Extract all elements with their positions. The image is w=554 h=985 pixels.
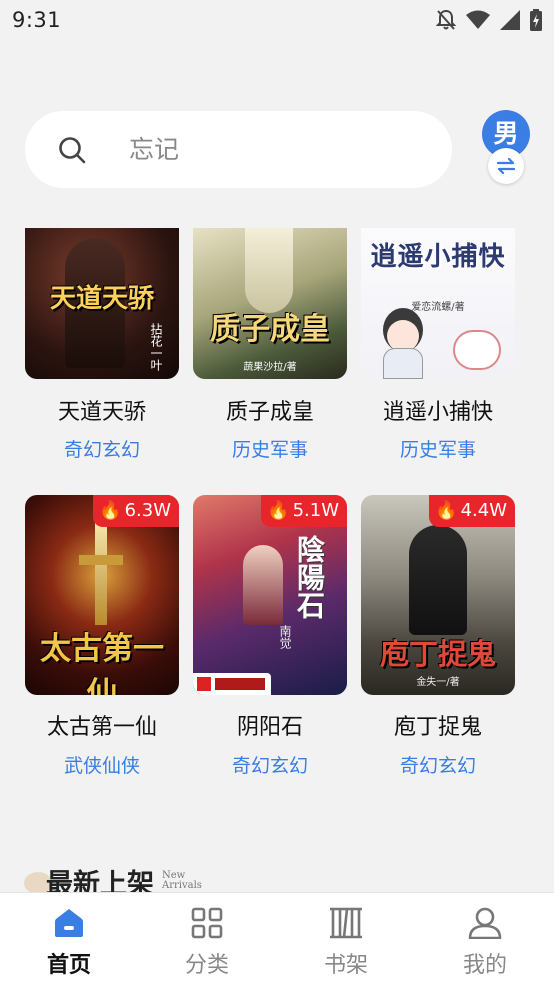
nav-label: 我的 <box>462 953 507 978</box>
book-card[interactable]: 天道天骄 拈花一叶 天道天骄 奇幻玄幻 <box>25 228 179 468</box>
book-card[interactable]: 陰陽石 南觉 🔥 5.1W 阴阳石 奇幻玄幻 <box>193 495 347 785</box>
book-genre[interactable]: 奇幻玄幻 <box>193 751 347 778</box>
book-card[interactable]: 逍遥小捕快 爱恋流螺/著 逍遥小捕快 历史军事 <box>361 228 515 468</box>
status-icons <box>436 9 542 31</box>
heat-badge: 🔥 6.3W <box>93 495 179 527</box>
search-placeholder: 忘记 <box>129 135 180 164</box>
profile-icon <box>468 907 502 939</box>
heat-value: 4.4W <box>460 500 507 521</box>
cover-title: 质子成皇 <box>210 312 330 347</box>
nav-label: 书架 <box>323 953 368 978</box>
swap-icon <box>488 148 524 184</box>
nav-bookshelf[interactable]: 书架 <box>277 893 415 985</box>
book-genre[interactable]: 历史军事 <box>193 435 347 462</box>
fire-icon: 🔥 <box>267 500 290 521</box>
bookshelf-icon <box>330 907 362 939</box>
fire-icon: 🔥 <box>99 500 122 521</box>
nav-home[interactable]: 首页 <box>0 893 138 985</box>
search-input[interactable]: 忘记 <box>25 111 452 188</box>
book-card[interactable]: 质子成皇 蔬果沙拉/著 质子成皇 历史军事 <box>193 228 347 468</box>
bottom-nav: 首页 分类 书架 我的 <box>0 892 554 985</box>
book-card[interactable]: 太古第一仙 🔥 6.3W 太古第一仙 武侠仙侠 <box>25 495 179 785</box>
heat-badge: 🔥 5.1W <box>261 495 347 527</box>
book-cover[interactable]: 逍遥小捕快 爱恋流螺/著 <box>361 228 515 379</box>
book-title: 庖丁捉鬼 <box>393 715 482 740</box>
category-grid-icon <box>191 907 223 939</box>
book-genre[interactable]: 历史军事 <box>361 435 515 462</box>
home-icon <box>55 909 83 937</box>
notifications-off-icon <box>436 9 456 30</box>
book-title: 质子成皇 <box>225 400 314 425</box>
book-cover[interactable]: 太古第一仙 🔥 6.3W <box>25 495 179 695</box>
section-subtitle: New Arrivals <box>162 871 202 891</box>
book-title: 阴阳石 <box>236 715 303 740</box>
gender-switch-button[interactable]: 男 <box>482 110 530 188</box>
book-genre[interactable]: 奇幻玄幻 <box>25 435 179 462</box>
book-genre[interactable]: 武侠仙侠 <box>25 751 179 778</box>
cover-author: 南觉 <box>278 625 292 649</box>
status-time: 9:31 <box>12 8 62 32</box>
cover-author: 金失一/著 <box>416 677 460 688</box>
cover-title: 天道天骄 <box>49 284 154 314</box>
heat-badge: 🔥 4.4W <box>429 495 515 527</box>
book-cover[interactable]: 天道天骄 拈花一叶 <box>25 228 179 379</box>
search-icon <box>59 137 86 164</box>
battery-icon <box>530 9 542 31</box>
heat-value: 6.3W <box>124 500 171 521</box>
cover-author: 爱恋流螺/著 <box>411 302 465 313</box>
book-cover[interactable]: 陰陽石 南觉 🔥 5.1W <box>193 495 347 695</box>
cover-title: 太古第一仙 <box>40 631 164 695</box>
book-cover[interactable]: 庖丁捉鬼 金失一/著 🔥 4.4W <box>361 495 515 695</box>
cover-author: 拈花一叶 <box>149 323 163 371</box>
book-genre[interactable]: 奇幻玄幻 <box>361 751 515 778</box>
book-title: 天道天骄 <box>57 400 146 425</box>
nav-profile[interactable]: 我的 <box>416 893 554 985</box>
book-card[interactable]: 庖丁捉鬼 金失一/著 🔥 4.4W 庖丁捉鬼 奇幻玄幻 <box>361 495 515 785</box>
cover-title: 陰陽石 <box>293 535 326 619</box>
section-subtitle-line2: Arrivals <box>162 880 202 891</box>
cover-title: 庖丁捉鬼 <box>379 637 496 671</box>
book-cover[interactable]: 质子成皇 蔬果沙拉/著 <box>193 228 347 379</box>
fire-icon: 🔥 <box>435 500 458 521</box>
cover-author: 蔬果沙拉/著 <box>243 362 297 373</box>
book-title: 太古第一仙 <box>46 715 157 740</box>
nav-category[interactable]: 分类 <box>138 893 276 985</box>
nav-label: 首页 <box>46 953 91 978</box>
status-bar: 9:31 <box>0 0 554 40</box>
book-title: 逍遥小捕快 <box>382 400 493 425</box>
cover-title: 逍遥小捕快 <box>370 242 506 272</box>
wifi-icon <box>466 10 490 29</box>
signal-icon <box>500 10 520 30</box>
heat-value: 5.1W <box>292 500 339 521</box>
nav-label: 分类 <box>184 953 229 978</box>
